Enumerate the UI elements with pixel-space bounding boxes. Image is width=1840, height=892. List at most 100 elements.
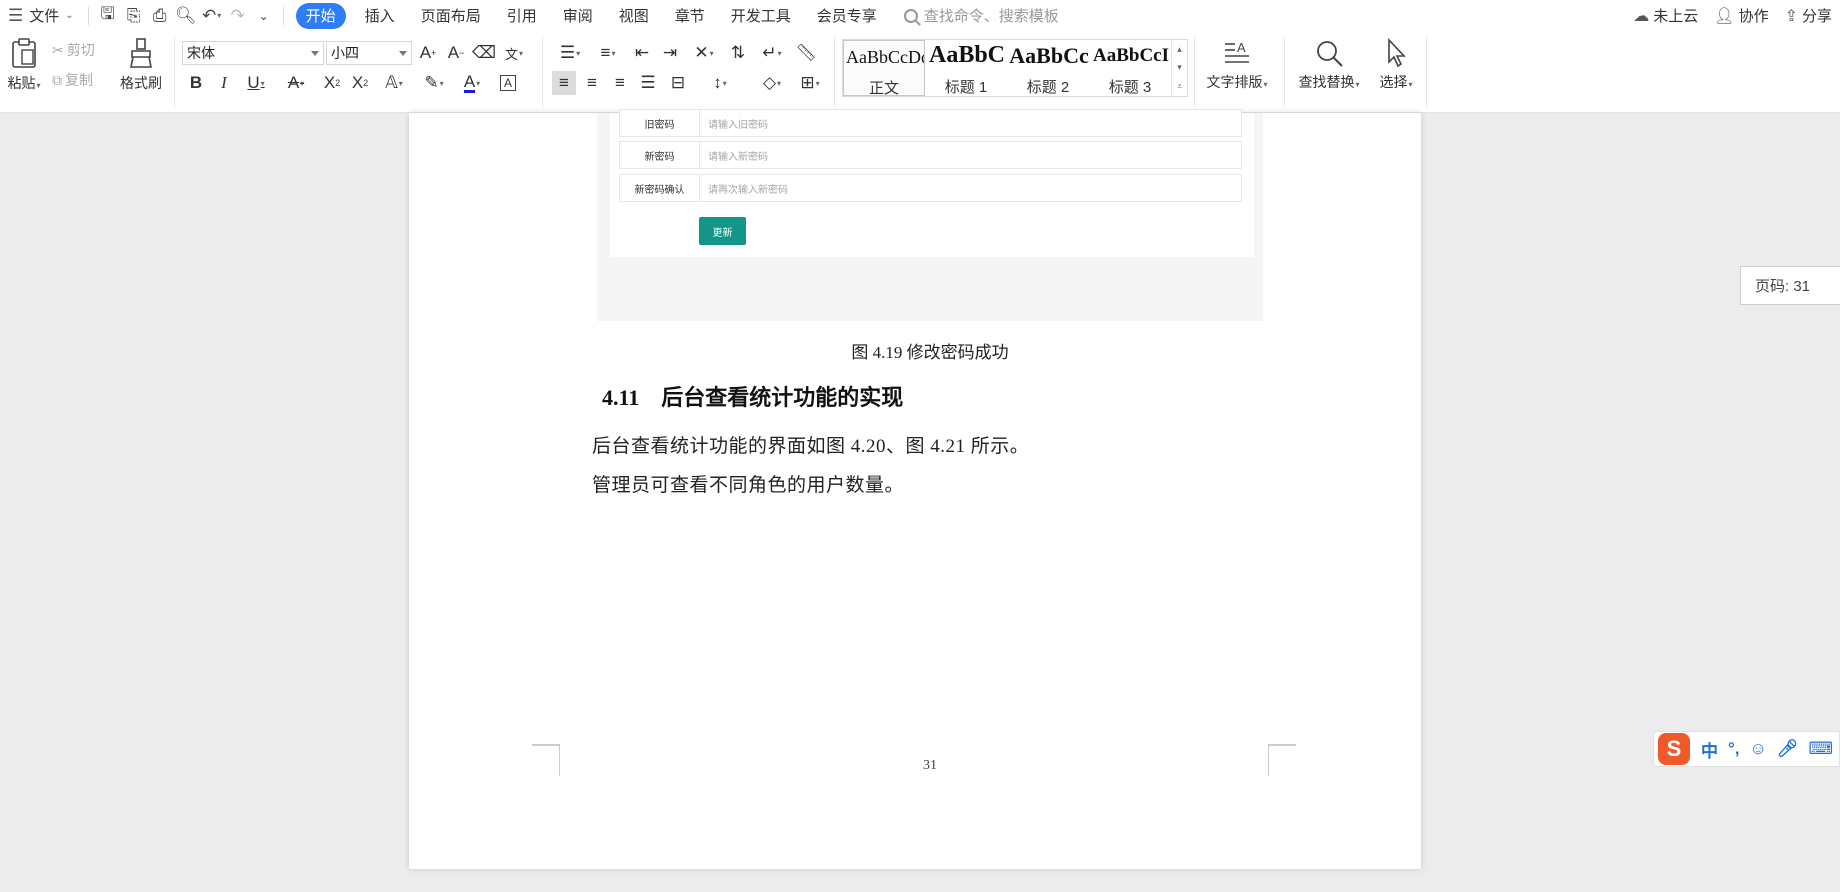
group-divider [1426,37,1427,107]
underline-icon[interactable]: U ▾ [240,71,272,95]
decrease-indent-icon[interactable]: ⇤ [630,41,654,65]
style-normal[interactable]: AaBbCcDd 正文 [843,40,925,97]
subscript-icon[interactable]: X2 [348,71,372,95]
microphone-icon[interactable]: 🎤︎ [1777,739,1799,759]
page-indicator: 页码: 31 [1740,266,1840,305]
print-preview-icon[interactable]: 🔍︎ [173,0,199,31]
text-effect-icon[interactable]: 𝔸 ▾ [378,71,410,95]
tab-section[interactable]: 章节 [662,0,718,31]
form-label: 旧密码 [620,110,700,136]
style-sample: AaBbCcDd [846,47,924,67]
numbered-list-icon[interactable]: ≡ ▾ [592,41,624,65]
style-gallery: AaBbCcDd 正文 AaBbC 标题 1 AaBbCc 标题 2 AaBbC… [842,39,1188,97]
copy-icon: ⧉ [52,71,62,88]
tab-review[interactable]: 审阅 [550,0,606,31]
customize-quick-access-icon[interactable]: ⌄ [251,0,277,31]
tab-member[interactable]: 会员专享 [804,0,890,31]
style-heading-1[interactable]: AaBbC 标题 1 [925,40,1007,96]
keyboard-icon[interactable]: ⌨ [1808,739,1833,759]
font-size-select[interactable]: 小四 [326,41,412,65]
cut-button[interactable]: ✂ 剪切 [52,39,95,61]
cloud-status-label: 未上云 [1653,8,1699,25]
bold-icon[interactable]: B [184,71,208,95]
emoji-icon[interactable]: ☺ [1750,739,1767,759]
text-layout-button[interactable]: A 文字排版▾ [1202,35,1272,95]
ime-punctuation-toggle[interactable]: °, [1728,739,1740,759]
paste-button[interactable]: 粘贴▾ [4,35,44,95]
scissors-icon: ✂ [52,41,64,58]
superscript-icon[interactable]: X2 [320,71,344,95]
font-size-value: 小四 [331,45,359,61]
clear-format-icon[interactable]: ⌫ [472,41,496,65]
shrink-font-icon[interactable]: A − [444,41,468,65]
bullet-list-icon[interactable]: ☰ ▾ [554,41,586,65]
increase-indent-icon[interactable]: ⇥ [658,41,682,65]
cloud-status-button[interactable]: ☁ 未上云 [1633,5,1698,26]
body-paragraph: 后台查看统计功能的界面如图 4.20、图 4.21 所示。 [592,436,1030,457]
export-pdf-icon[interactable]: ⎘ [121,0,147,31]
command-search[interactable]: 查找命令、搜索模板 [903,5,1059,26]
borders-icon[interactable]: ⊞ ▾ [794,71,826,95]
find-replace-button[interactable]: 查找替换▾ [1294,35,1364,95]
line-spacing-icon[interactable]: ↕ ▾ [704,71,736,95]
group-divider [1194,37,1195,107]
tab-page-layout[interactable]: 页面布局 [408,0,494,31]
format-painter-button[interactable]: 格式刷 [116,35,166,95]
sort-icon[interactable]: ⇅ [726,41,750,65]
grow-font-icon[interactable]: A + [416,41,440,65]
section-heading: 4.11 后台查看统计功能的实现 [602,385,904,410]
tab-developer[interactable]: 开发工具 [718,0,804,31]
highlight-icon[interactable]: ✎ ▾ [418,71,450,95]
redo-icon[interactable]: ↷ [225,0,251,31]
form-row-confirm-password: 新密码确认 请再次输入新密码 [619,174,1242,202]
search-icon [903,8,918,23]
tab-view[interactable]: 视图 [606,0,662,31]
cursor-icon [1388,38,1406,68]
divider [87,6,89,25]
align-left-icon[interactable]: ≡ [552,71,576,95]
page-footer-number: 31 [923,758,937,773]
tab-references[interactable]: 引用 [494,0,550,31]
ruler-icon[interactable]: 📏︎ [794,41,818,65]
cut-label: 剪切 [66,42,95,58]
clipboard-icon [12,38,36,68]
font-name-value: 宋体 [187,45,215,61]
sogou-logo-icon[interactable]: S [1658,733,1690,765]
shading-icon[interactable]: ◇ ▾ [756,71,788,95]
style-heading-3[interactable]: AaBbCcI 标题 3 [1089,40,1171,96]
ime-language-toggle[interactable]: 中 [1701,737,1718,762]
file-menu[interactable]: ☰ 文件 ⌄ [0,0,82,31]
share-button[interactable]: ⇪ 分享 [1785,5,1832,26]
align-right-icon[interactable]: ≡ [608,71,632,95]
paragraph-mark-icon[interactable]: ↵ ▾ [756,41,788,65]
collaborate-button[interactable]: 👤︎ 协作 [1714,5,1768,26]
update-button-image: 更新 [699,217,746,245]
phonetic-guide-icon[interactable]: 文 ▾ [502,41,526,65]
strikethrough-icon[interactable]: A ▾ [280,71,312,95]
group-divider [542,37,543,107]
char-border-icon[interactable]: A [496,71,520,95]
distribute-icon[interactable]: ⊟ [666,71,690,95]
tab-insert[interactable]: 插入 [352,0,408,31]
save-icon[interactable]: 🖫 [95,0,121,31]
ime-toolbar[interactable]: S 中 °, ☺ 🎤︎ ⌨ [1653,731,1840,767]
select-button[interactable]: 选择▾ [1374,35,1418,95]
style-gallery-scroll[interactable]: ▴ ▾ ⩡ [1171,40,1187,96]
italic-icon[interactable]: I [212,71,236,95]
chinese-layout-icon[interactable]: ✕ ▾ [688,41,720,65]
style-sample: AaBbC [928,42,1006,68]
chevron-down-icon: ▾ [1177,62,1182,73]
style-name: 正文 [868,80,899,97]
copy-button[interactable]: ⧉ 复制 [52,69,93,91]
style-name: 标题 3 [1108,79,1152,96]
form-input-placeholder: 请再次输入新密码 [708,184,788,196]
print-icon[interactable]: ⎙ [147,0,173,31]
undo-icon[interactable]: ↶ ▾ [199,0,225,31]
align-center-icon[interactable]: ≡ [580,71,604,95]
font-color-icon[interactable]: A ▾ [456,71,488,95]
tab-home[interactable]: 开始 [295,2,346,29]
justify-icon[interactable]: ☰ [636,71,660,95]
style-heading-2[interactable]: AaBbCc 标题 2 [1007,40,1089,96]
font-name-select[interactable]: 宋体 [182,41,324,65]
expand-icon: ⩡ [1176,81,1183,92]
